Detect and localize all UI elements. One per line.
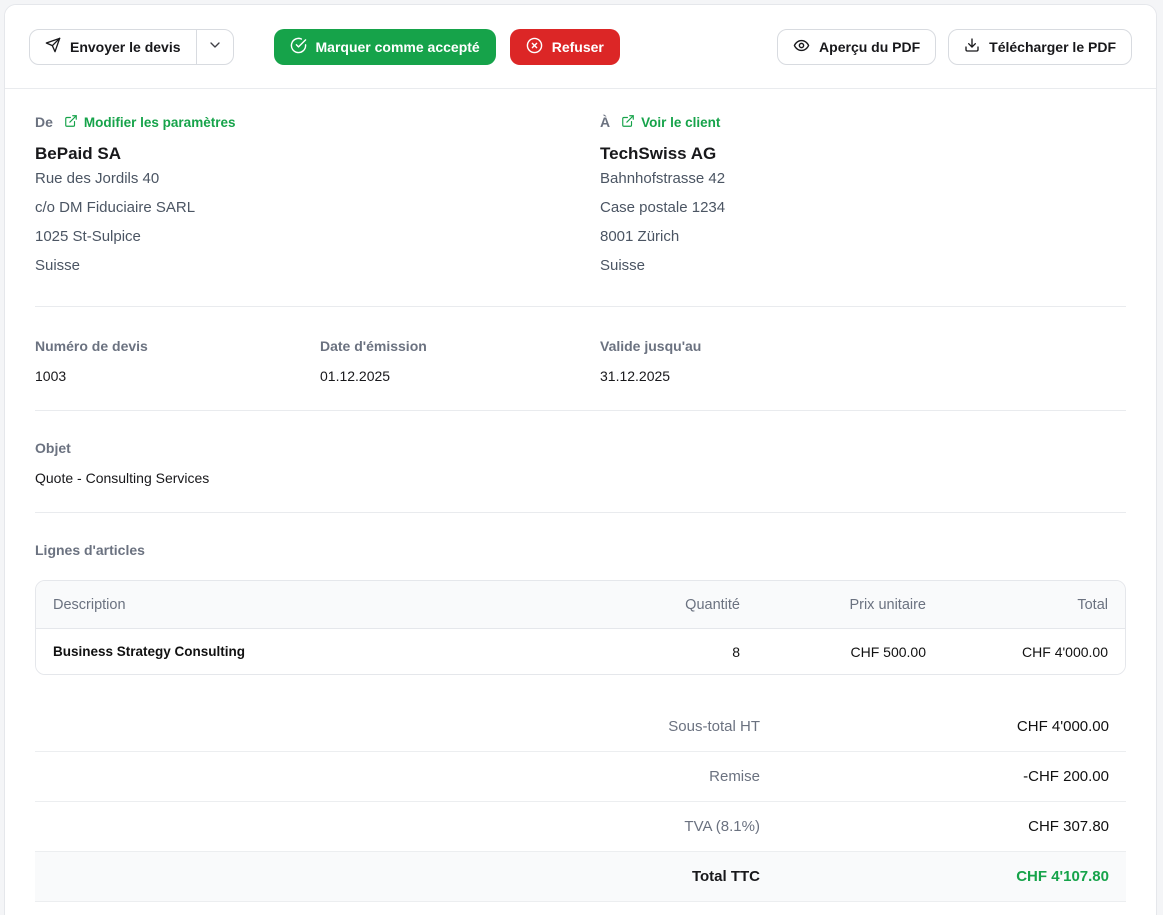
vat-value: CHF 307.80	[1028, 818, 1109, 835]
quote-number-label: Numéro de devis	[35, 338, 148, 354]
discount-label: Remise	[709, 768, 760, 785]
eye-icon	[793, 37, 810, 57]
item-description: Business Strategy Consulting	[53, 644, 246, 659]
issue-date-field: Date d'émission 01.12.2025	[320, 338, 600, 384]
client-address-line: 8001 Zürich	[600, 228, 680, 245]
totals-section: Sous-total HT CHF 4'000.00 Remise -CHF 2…	[35, 702, 1126, 902]
edit-settings-label: Modifier les paramètres	[83, 114, 236, 130]
column-header-quantity: Quantité	[685, 596, 740, 613]
view-client-link[interactable]: Voir le client	[621, 114, 720, 131]
pdf-preview-button[interactable]: Aperçu du PDF	[777, 28, 937, 65]
issue-date-value: 01.12.2025	[320, 368, 391, 384]
column-header-total: Total	[1077, 596, 1108, 613]
download-icon	[964, 37, 980, 56]
subject-section: Objet Quote - Consulting Services	[35, 411, 1126, 486]
external-link-icon	[621, 114, 635, 131]
item-unit-price: CHF 500.00	[850, 643, 926, 660]
mark-accepted-label: Marquer comme accepté	[315, 38, 480, 55]
view-client-label: Voir le client	[641, 114, 721, 130]
quote-number-field: Numéro de devis 1003	[35, 338, 320, 384]
quote-content: De Modifier les paramètres BePaid SA Rue…	[5, 89, 1156, 902]
quote-number-value: 1003	[35, 368, 67, 384]
client-address-line: Bahnhofstrasse 42	[600, 170, 726, 187]
edit-settings-link[interactable]: Modifier les paramètres	[64, 114, 236, 131]
column-header-description: Description	[53, 596, 126, 613]
addresses-section: De Modifier les paramètres BePaid SA Rue…	[35, 113, 1126, 280]
from-block: De Modifier les paramètres BePaid SA Rue…	[35, 113, 600, 280]
grand-total-row: Total TTC CHF 4'107.80	[35, 852, 1126, 902]
subject-label: Objet	[35, 440, 71, 456]
line-items-heading: Lignes d'articles	[35, 542, 145, 558]
table-header-row: Description Quantité Prix unitaire Total	[36, 581, 1125, 629]
sender-address-line: 1025 St-Sulpice	[35, 228, 141, 245]
quote-card: Envoyer le devis Marquer comme accepté R…	[4, 4, 1157, 915]
to-label: À	[600, 114, 611, 130]
vat-label: TVA (8.1%)	[684, 818, 760, 835]
sender-address-line: Rue des Jordils 40	[35, 170, 160, 187]
discount-row: Remise -CHF 200.00	[35, 752, 1126, 802]
mark-accepted-button[interactable]: Marquer comme accepté	[273, 28, 496, 65]
vat-row: TVA (8.1%) CHF 307.80	[35, 802, 1126, 852]
table-row: Business Strategy Consulting 8 CHF 500.0…	[36, 629, 1125, 674]
item-quantity: 8	[732, 643, 740, 660]
client-address-line: Case postale 1234	[600, 199, 726, 216]
valid-until-value: 31.12.2025	[600, 368, 671, 384]
quote-meta-section: Numéro de devis 1003 Date d'émission 01.…	[35, 307, 1126, 384]
sender-address-line: c/o DM Fiduciaire SARL	[35, 199, 196, 216]
page: Envoyer le devis Marquer comme accepté R…	[0, 0, 1163, 915]
external-link-icon	[64, 114, 78, 131]
subject-value: Quote - Consulting Services	[35, 470, 210, 486]
valid-until-label: Valide jusqu'au	[600, 338, 702, 354]
client-address-line: Suisse	[600, 257, 646, 274]
subtotal-row: Sous-total HT CHF 4'000.00	[35, 702, 1126, 752]
line-items-table: Description Quantité Prix unitaire Total…	[35, 580, 1126, 675]
send-icon	[45, 37, 61, 56]
subtotal-value: CHF 4'000.00	[1016, 718, 1109, 735]
grand-total-label: Total TTC	[691, 868, 760, 885]
item-total: CHF 4'000.00	[1022, 643, 1108, 660]
send-options-button[interactable]	[195, 29, 233, 64]
sender-name: BePaid SA	[35, 144, 121, 163]
grand-total-value: CHF 4'107.80	[1016, 868, 1109, 885]
to-block: À Voir le client TechSwiss AG Bahnhofstr…	[600, 113, 1126, 280]
client-name: TechSwiss AG	[600, 144, 717, 163]
subtotal-label: Sous-total HT	[668, 718, 760, 735]
valid-until-field: Valide jusqu'au 31.12.2025	[600, 338, 1126, 384]
from-label: De	[35, 114, 53, 130]
refuse-label: Refuser	[551, 38, 604, 55]
discount-value: -CHF 200.00	[1023, 768, 1109, 785]
toolbar: Envoyer le devis Marquer comme accepté R…	[5, 5, 1156, 89]
chevron-down-icon	[207, 37, 223, 56]
issue-date-label: Date d'émission	[320, 338, 427, 354]
send-quote-split-button: Envoyer le devis	[29, 28, 234, 65]
send-quote-label: Envoyer le devis	[70, 38, 181, 55]
send-quote-button[interactable]: Envoyer le devis	[30, 30, 196, 64]
pdf-download-button[interactable]: Télécharger le PDF	[948, 28, 1132, 65]
sender-address-line: Suisse	[35, 257, 81, 274]
pdf-download-label: Télécharger le PDF	[989, 38, 1116, 55]
column-header-unit-price: Prix unitaire	[849, 596, 926, 613]
refuse-button[interactable]: Refuser	[509, 28, 620, 65]
x-circle-icon	[526, 37, 543, 57]
check-circle-icon	[290, 37, 307, 57]
pdf-preview-label: Aperçu du PDF	[819, 38, 921, 55]
toolbar-right: Aperçu du PDF Télécharger le PDF	[777, 28, 1132, 65]
